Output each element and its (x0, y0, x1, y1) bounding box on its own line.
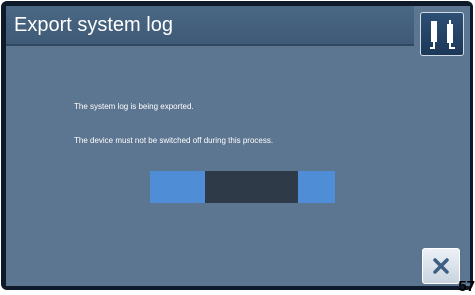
device-frame: Export system log The system log is bein… (1, 1, 473, 290)
close-icon (433, 258, 449, 274)
page-number: 57 (458, 278, 475, 295)
tools-icon (430, 20, 455, 49)
warning-message: The device must not be switched off duri… (74, 136, 274, 145)
progress-bar (150, 171, 335, 203)
tools-button[interactable] (420, 12, 464, 56)
dialog-title: Export system log (14, 14, 173, 36)
title-bar: Export system log (6, 6, 414, 46)
dialog-screen: Export system log The system log is bein… (6, 6, 470, 286)
progress-indicator (205, 171, 298, 203)
status-message: The system log is being exported. (74, 102, 194, 111)
cancel-button[interactable] (422, 248, 460, 284)
